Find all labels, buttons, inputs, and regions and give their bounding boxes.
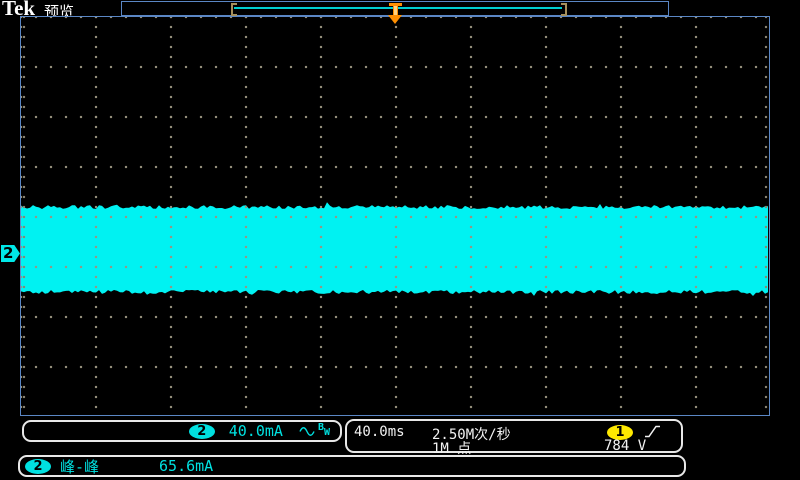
rising-edge-icon bbox=[644, 424, 662, 439]
measurement-box: 2 峰-峰 65.6mA bbox=[18, 455, 686, 477]
window-bracket-right-icon bbox=[561, 3, 567, 16]
ch2-marker-label: 2 bbox=[3, 244, 13, 262]
time-per-div: 40.0ms bbox=[354, 424, 405, 440]
trigger-position-arrow-icon bbox=[388, 15, 402, 24]
graticule-dots bbox=[21, 17, 769, 415]
measurement-ch-badge: 2 bbox=[25, 459, 51, 474]
ch2-badge: 2 bbox=[189, 424, 215, 439]
oscilloscope-screen: Tek 预览 2 2 40.0mA BW 40.0ms 2.50M次/秒 1M … bbox=[0, 0, 800, 480]
acquisition-preview-bar bbox=[121, 1, 669, 16]
window-bracket-left-icon bbox=[231, 3, 237, 16]
ch2-vertical-scale: 40.0mA bbox=[229, 422, 283, 440]
ch2-position-marker: 2 bbox=[1, 245, 20, 262]
ac-coupling-icon bbox=[299, 425, 315, 438]
trigger-marker-stem bbox=[393, 6, 398, 15]
horizontal-trigger-status-box: 40.0ms 2.50M次/秒 1M 点 1 784 V bbox=[345, 419, 683, 453]
bandwidth-limit-icon: BW bbox=[318, 425, 330, 436]
measurement-value: 65.6mA bbox=[159, 457, 213, 475]
trigger-level: 784 V bbox=[604, 438, 646, 454]
graticule bbox=[20, 16, 770, 416]
ch2-status-box: 2 40.0mA BW bbox=[22, 420, 342, 442]
measurement-name: 峰-峰 bbox=[60, 456, 99, 477]
trigger-position-marker-icon bbox=[389, 2, 402, 15]
